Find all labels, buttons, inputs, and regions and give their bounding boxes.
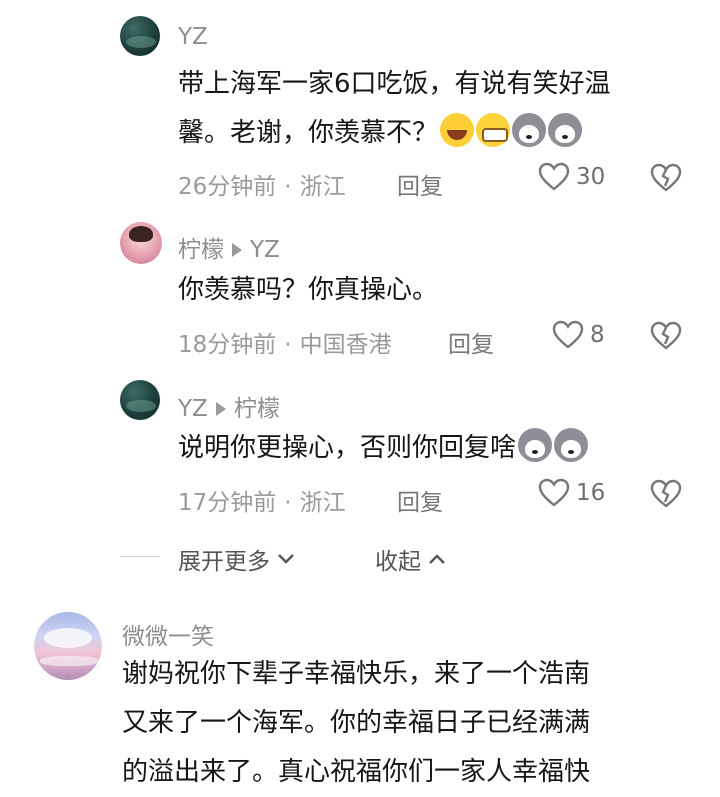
- husky-emoji: [512, 113, 547, 147]
- expand-more-label: 展开更多: [178, 549, 270, 575]
- husky-emoji: [548, 113, 583, 147]
- heart-icon: [538, 478, 570, 507]
- collapse-button[interactable]: 收起: [375, 542, 447, 576]
- husky-emoji: [518, 428, 553, 462]
- meta-separator: ·: [284, 490, 292, 516]
- comment-meta: 17分钟前 · 浙江: [178, 483, 346, 517]
- husky-emoji: [554, 428, 589, 462]
- avatar[interactable]: [120, 16, 160, 56]
- comment-location: 中国香港: [299, 332, 392, 358]
- chevron-up-icon: [429, 554, 445, 564]
- thread-divider: [120, 556, 160, 557]
- meta-separator: ·: [284, 332, 292, 358]
- like-button[interactable]: 8: [552, 320, 605, 350]
- comment-author-name[interactable]: 柠檬: [178, 237, 224, 263]
- comment-author[interactable]: YZ: [178, 24, 208, 50]
- dislike-button[interactable]: [650, 321, 682, 355]
- comment-text: 说明你更操心，否则你回复啥: [178, 424, 589, 473]
- reply-button[interactable]: 回复: [397, 167, 443, 201]
- avatar[interactable]: [34, 612, 102, 680]
- comment-location: 浙江: [299, 174, 346, 200]
- broken-heart-icon: [650, 163, 682, 192]
- comment-text-line: 的溢出来了。真心祝福你们一家人幸福快: [122, 757, 591, 787]
- heart-icon: [538, 162, 570, 191]
- reply-arrow-icon: [232, 243, 242, 257]
- comment-author-name[interactable]: YZ: [178, 396, 208, 422]
- comment-author: YZ 柠檬: [178, 389, 280, 423]
- broken-heart-icon: [650, 321, 682, 350]
- comment-text-line: 又来了一个海军。你的幸福日子已经满满: [122, 708, 591, 738]
- laughing-tears-emoji: [440, 113, 475, 147]
- expand-more-button[interactable]: 展开更多: [178, 542, 296, 576]
- comment-text: 带上海军一家6口吃饭，有说有笑好温 馨。老谢，你羡慕不？: [178, 60, 698, 158]
- like-count: 8: [590, 322, 605, 348]
- collapse-label: 收起: [375, 549, 421, 575]
- grin-emoji: [476, 113, 511, 147]
- avatar[interactable]: [120, 222, 162, 264]
- comment-text-line: 馨。老谢，你羡慕不？: [178, 109, 698, 158]
- like-button[interactable]: 30: [538, 162, 605, 192]
- comment-text-segment: 馨。老谢，你羡慕不？: [178, 118, 439, 148]
- comment-meta: 26分钟前 · 浙江: [178, 167, 346, 201]
- reply-to-name[interactable]: 柠檬: [234, 396, 280, 422]
- comment-time: 17分钟前: [178, 490, 277, 516]
- dislike-button[interactable]: [650, 163, 682, 197]
- comment-location: 浙江: [299, 490, 346, 516]
- comment-meta: 18分钟前 · 中国香港: [178, 325, 392, 359]
- broken-heart-icon: [650, 479, 682, 508]
- reply-button[interactable]: 回复: [448, 325, 494, 359]
- comment-text-line: 带上海军一家6口吃饭，有说有笑好温: [178, 69, 611, 99]
- heart-icon: [552, 320, 584, 349]
- comment-author: 柠檬 YZ: [178, 230, 280, 264]
- chevron-down-icon: [278, 554, 294, 564]
- dislike-button[interactable]: [650, 479, 682, 513]
- reply-button[interactable]: 回复: [397, 483, 443, 517]
- comment-text: 谢妈祝你下辈子幸福快乐，来了一个浩南 又来了一个海军。你的幸福日子已经满满 的溢…: [122, 650, 702, 797]
- comment-text: 你羡慕吗？你真操心。: [178, 275, 439, 305]
- comment-author[interactable]: 微微一笑: [122, 617, 214, 651]
- like-count: 30: [576, 164, 606, 190]
- like-button[interactable]: 16: [538, 478, 605, 508]
- meta-separator: ·: [284, 174, 292, 200]
- comment-text-line: 谢妈祝你下辈子幸福快乐，来了一个浩南: [122, 659, 591, 689]
- comment-time: 26分钟前: [178, 174, 277, 200]
- like-count: 16: [576, 480, 606, 506]
- comment-time: 18分钟前: [178, 332, 277, 358]
- reply-arrow-icon: [215, 402, 226, 416]
- comment-text-segment: 说明你更操心，否则你回复啥: [178, 433, 517, 463]
- avatar[interactable]: [120, 380, 160, 420]
- reply-to-name[interactable]: YZ: [250, 237, 280, 263]
